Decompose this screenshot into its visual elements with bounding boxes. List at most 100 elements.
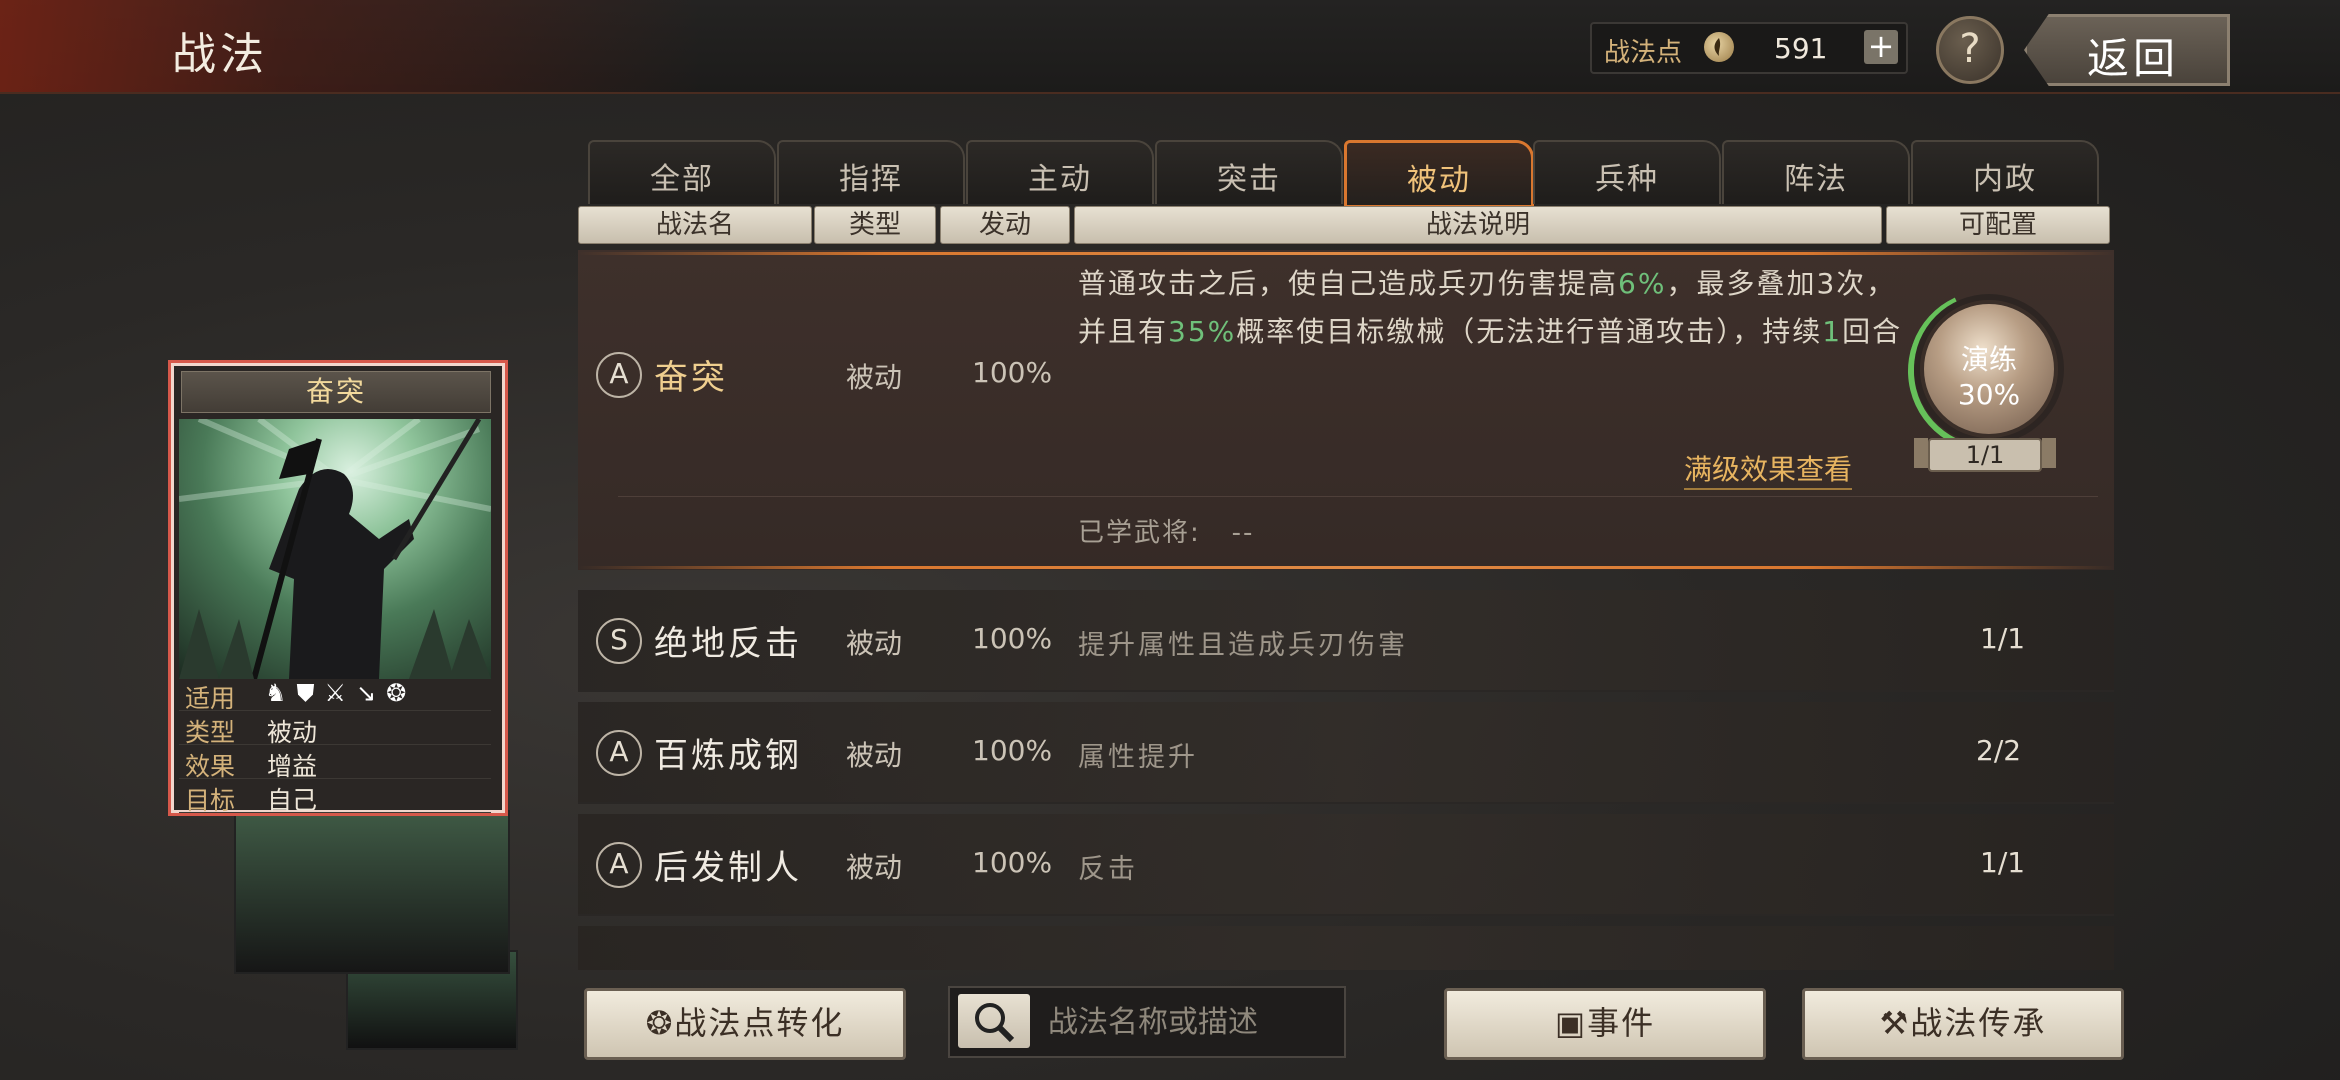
tactic-row[interactable]: A 百炼成钢 被动 100% 属性提升 2/2 [578,702,2114,804]
convert-label: 战法点转化 [674,1004,845,1042]
back-button[interactable]: 返回 [2024,14,2230,86]
tactic-type: 被动 [846,851,903,884]
search-box [948,986,1346,1058]
tactic-rate: 100% [972,356,1053,389]
card-stack-middle [234,810,510,974]
tactic-row-partial[interactable] [578,926,2114,970]
tactic-name: 奋突 [654,358,728,398]
drill-count: 1/1 [1914,438,2056,472]
prop-effect: 效果 增益 [179,745,491,781]
tactic-points-box: 战法点 591 + [1590,22,1908,74]
events-button[interactable]: ▣事件 [1444,988,1766,1060]
prop-value: 自己 [267,786,318,815]
selection-border-bottom [578,566,2114,569]
grade-badge: A [596,352,642,398]
drill-label: 演练 [1960,343,2017,376]
tactic-name: 百炼成钢 [654,736,802,776]
tab-label: 内政 [1973,162,2037,197]
column-header-name[interactable]: 战法名 [578,206,812,244]
tactic-card: 奋突 适用 ♞⛊⚔↘❂ 类型 被动 效果 增益 目标 自己 [168,360,508,816]
grade-badge: A [596,842,642,888]
tactic-point-icon [1704,32,1734,62]
desc-highlight: 6% [1618,267,1667,300]
add-points-button[interactable]: + [1864,30,1898,64]
tab-label: 全部 [650,162,714,197]
tab-formation[interactable]: 阵法 [1722,140,1910,204]
divider [618,496,2098,497]
learned-generals: 已学武将: -- [1078,512,1254,549]
tactic-config: 1/1 [1980,622,2026,655]
tab-internal[interactable]: 内政 [1911,140,2099,204]
selection-border-top [578,252,2114,255]
tactic-row[interactable]: A 后发制人 被动 100% 反击 1/1 [578,814,2114,916]
desc-highlight: 1 [1822,315,1843,348]
tactic-name: 绝地反击 [654,624,802,664]
page-title: 战法 [172,29,268,80]
tactic-type: 被动 [846,361,903,394]
tactic-type: 被动 [846,627,903,660]
tactics-list[interactable]: A 奋突 被动 100% 普通攻击之后，使自己造成兵刃伤害提高6%，最多叠加3次… [578,250,2114,970]
tab-active[interactable]: 主动 [966,140,1154,204]
prop-target: 目标 自己 [179,779,491,815]
tab-assault[interactable]: 突击 [1155,140,1343,204]
tactic-row[interactable]: S 绝地反击 被动 100% 提升属性且造成兵刃伤害 1/1 [578,590,2114,692]
tab-troop[interactable]: 兵种 [1533,140,1721,204]
column-header-trigger[interactable]: 发动 [940,206,1070,244]
column-header-type[interactable]: 类型 [814,206,936,244]
event-icon: ▣ [1554,1004,1588,1042]
back-button-label: 返回 [2087,34,2180,83]
card-properties: 适用 ♞⛊⚔↘❂ 类型 被动 效果 增益 目标 自己 [179,677,491,815]
help-button[interactable]: ? [1936,16,2004,84]
title-glow [0,0,700,92]
hammer-icon: ⚒ [1879,1004,1911,1042]
flame-icon: ❂ [645,1004,675,1042]
desc-text: 回合 [1842,315,1903,348]
prop-type: 类型 被动 [179,711,491,747]
column-header-config[interactable]: 可配置 [1886,206,2110,244]
search-icon[interactable] [958,994,1030,1048]
learned-value: -- [1231,518,1255,548]
prop-applicable: 适用 ♞⛊⚔↘❂ [179,677,491,713]
convert-points-button[interactable]: ❂战法点转化 [584,988,906,1060]
desc-text: 概率使目标缴械（无法进行普通攻击），持续 [1236,315,1823,348]
tactic-type: 被动 [846,739,903,772]
wheel-icon: ❂ [386,679,417,707]
tactic-name: 后发制人 [654,848,802,888]
tab-passive[interactable]: 被动 [1344,140,1534,208]
drill-button[interactable]: 演练 30% [1920,300,2058,438]
tactic-rate: 100% [972,622,1053,655]
prop-key: 效果 [185,752,236,781]
selected-tactic-row[interactable]: A 奋突 被动 100% 普通攻击之后，使自己造成兵刃伤害提高6%，最多叠加3次… [578,250,2114,570]
prop-value: 被动 [267,718,318,747]
tactic-description: 属性提升 [1078,742,1198,773]
events-label: 事件 [1587,1004,1656,1042]
bow-icon: ⚔ [324,679,357,707]
max-effect-link[interactable]: 满级效果查看 [1684,448,1853,490]
tab-label: 被动 [1407,163,1471,198]
top-bar: 战法 战法点 591 + ? 返回 [0,0,2340,94]
inherit-label: 战法传承 [1910,1004,2047,1042]
tactic-config: 2/2 [1976,734,2022,767]
spear-icon: ↘ [356,679,387,707]
shield-icon: ⛊ [296,679,325,707]
card-title: 奋突 [181,371,491,413]
tactic-points-label: 战法点 [1604,38,1683,68]
card-illustration [179,419,491,679]
tab-label: 阵法 [1784,162,1848,197]
tactic-rate: 100% [972,734,1053,767]
tab-all[interactable]: 全部 [588,140,776,204]
tactic-points-value: 591 [1774,32,1828,65]
tactic-description: 提升属性且造成兵刃伤害 [1078,630,1408,661]
prop-key: 适用 [185,684,236,713]
inherit-button[interactable]: ⚒战法传承 [1802,988,2124,1060]
tab-command[interactable]: 指挥 [777,140,965,204]
search-input[interactable] [1046,998,1340,1046]
cavalry-icon: ♞ [265,679,297,707]
desc-text: 普通攻击之后，使自己造成兵刃伤害提高 [1078,267,1619,300]
tactic-description: 普通攻击之后，使自己造成兵刃伤害提高6%，最多叠加3次，并且有35%概率使目标缴… [1078,260,1908,356]
column-header-description: 战法说明 [1074,206,1882,244]
prop-value: 增益 [267,752,318,781]
tab-label: 主动 [1028,162,1092,197]
troop-icons: ♞⛊⚔↘❂ [265,679,416,707]
grade-badge: A [596,730,642,776]
